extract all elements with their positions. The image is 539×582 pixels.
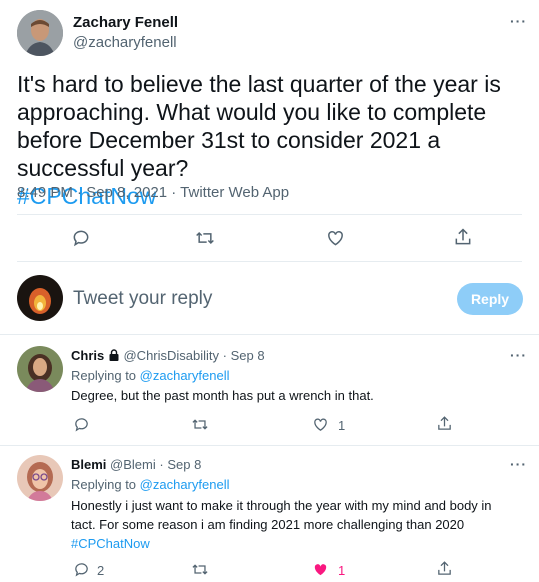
more-icon[interactable]: ···: [510, 14, 527, 28]
retweet-icon[interactable]: [194, 228, 216, 248]
retweet-icon[interactable]: [191, 561, 209, 578]
reply-text: Degree, but the past month has put a wre…: [71, 388, 374, 403]
reply-hashtag[interactable]: #CPChatNow: [71, 536, 150, 551]
reply-date[interactable]: Sep 8: [231, 348, 265, 363]
reply-author-handle[interactable]: @ChrisDisability: [123, 348, 219, 363]
reply-button-label: Reply: [470, 291, 510, 307]
reply-author-name[interactable]: Chris: [71, 348, 104, 363]
reply-avatar[interactable]: [17, 455, 63, 501]
share-icon[interactable]: [436, 560, 453, 577]
author-handle[interactable]: @zacharyfenell: [73, 34, 177, 51]
like-icon[interactable]: [325, 228, 346, 248]
author-avatar[interactable]: [17, 10, 63, 56]
reply-header: Chris @ChrisDisability · Sep 8: [71, 348, 265, 364]
more-icon[interactable]: ···: [510, 457, 527, 471]
reply-text-line: Honestly i just want to make it through …: [71, 498, 492, 513]
replying-to-label: Replying to: [71, 368, 137, 383]
like-count: 1: [338, 563, 346, 578]
like-icon[interactable]: [312, 561, 329, 578]
reply-author-name[interactable]: Blemi: [71, 457, 106, 472]
replying-to-label: Replying to: [71, 477, 137, 492]
compose-avatar: [17, 275, 63, 321]
replying-to: Replying to @zacharyfenell: [71, 368, 229, 383]
compose-input[interactable]: Tweet your reply: [73, 288, 212, 310]
divider: [0, 334, 539, 335]
divider: [17, 261, 522, 262]
reply-separator: ·: [222, 348, 227, 363]
reply-text-line: tact. For some reason i am finding 2021 …: [71, 517, 465, 532]
reply-avatar[interactable]: [17, 346, 63, 392]
reply-text: Honestly i just want to make it through …: [71, 496, 531, 553]
reply-date[interactable]: Sep 8: [167, 457, 201, 472]
replying-to-handle[interactable]: @zacharyfenell: [140, 368, 230, 383]
like-icon[interactable]: [312, 416, 329, 433]
replying-to-handle[interactable]: @zacharyfenell: [140, 477, 230, 492]
author-name[interactable]: Zachary Fenell: [73, 14, 178, 31]
tweet-meta[interactable]: 8:49 PM · Sep 8, 2021 · Twitter Web App: [17, 184, 289, 201]
retweet-icon[interactable]: [191, 416, 209, 433]
more-icon[interactable]: ···: [510, 348, 527, 362]
share-icon[interactable]: [436, 415, 453, 432]
reply-separator: ·: [159, 457, 164, 472]
lock-icon: [108, 349, 120, 364]
reply-icon[interactable]: [71, 228, 91, 248]
reply-icon[interactable]: [73, 561, 90, 578]
reply-author-handle[interactable]: @Blemi: [110, 457, 156, 472]
reply-header: Blemi @Blemi · Sep 8: [71, 457, 201, 472]
divider: [17, 214, 522, 215]
divider: [0, 445, 539, 446]
share-icon[interactable]: [453, 227, 473, 247]
reply-count: 2: [97, 563, 105, 578]
tweet-body: It's hard to believe the last quarter of…: [17, 71, 501, 181]
replying-to: Replying to @zacharyfenell: [71, 477, 229, 492]
reply-icon[interactable]: [73, 416, 90, 433]
like-count: 1: [338, 418, 346, 433]
reply-button[interactable]: Reply: [457, 283, 523, 315]
